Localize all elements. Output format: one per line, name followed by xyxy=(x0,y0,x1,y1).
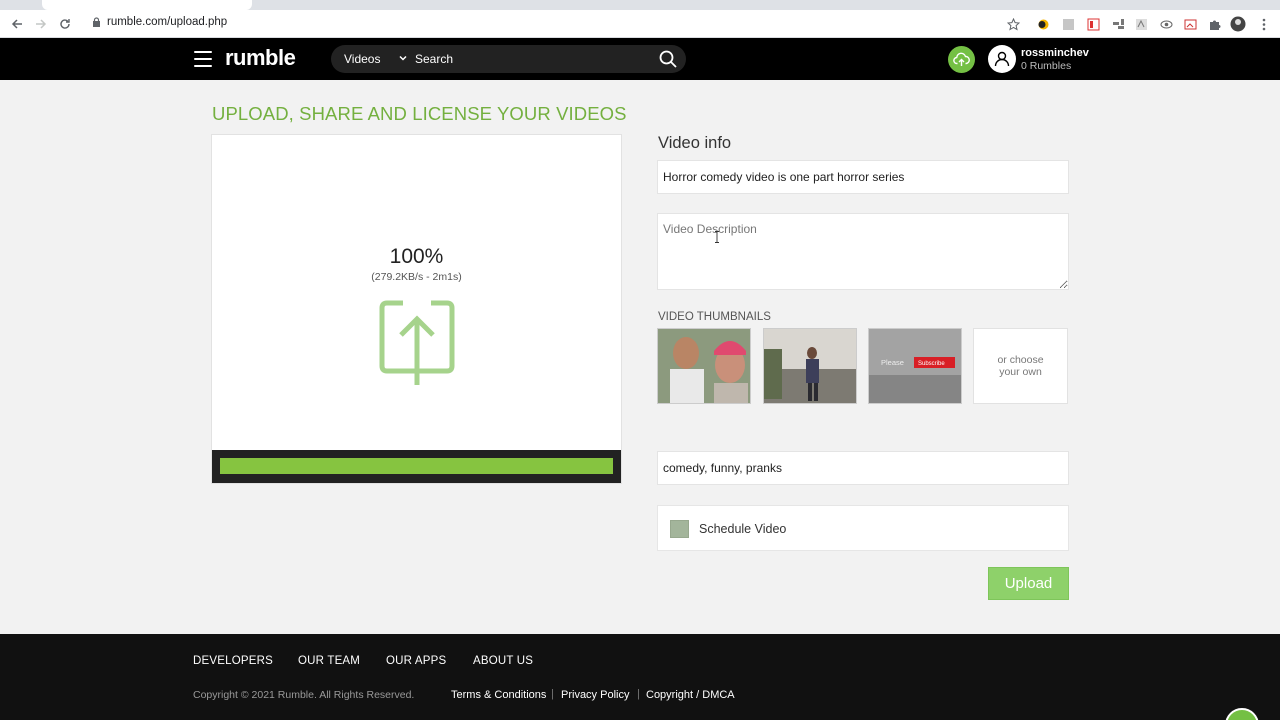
thumbnail-option-2[interactable] xyxy=(763,328,857,404)
address-bar[interactable]: rumble.com/upload.php xyxy=(92,16,227,28)
chevron-down-icon[interactable] xyxy=(397,52,409,64)
copyright-text: Copyright © 2021 Rumble. All Rights Rese… xyxy=(193,689,415,701)
extension-icon-5[interactable] xyxy=(1133,16,1149,32)
rumbles-count: 0 Rumbles xyxy=(1021,60,1072,72)
upload-button[interactable]: Upload xyxy=(988,567,1069,600)
browser-tabstrip xyxy=(0,0,1280,10)
schedule-video-checkbox[interactable] xyxy=(670,520,689,538)
upload-arrow-icon xyxy=(379,300,455,385)
profile-avatar-icon[interactable] xyxy=(1230,16,1246,32)
back-icon[interactable] xyxy=(8,15,26,33)
schedule-video-option: Schedule Video xyxy=(657,505,1069,551)
bookmark-star-icon[interactable] xyxy=(1005,16,1021,32)
thumbnail-subscribe-text: Subscribe xyxy=(918,361,945,367)
video-info-title: Video info xyxy=(658,134,732,152)
thumbnail-image-2 xyxy=(764,329,856,403)
footer-separator: | xyxy=(551,688,554,700)
rumble-logo[interactable]: rumble xyxy=(225,45,296,71)
thumbnail-option-1[interactable] xyxy=(657,328,751,404)
choose-own-thumbnail-button[interactable]: or choose your own xyxy=(973,328,1068,404)
thumbnail-image-3: Please Subscribe xyxy=(869,329,961,403)
site-header: rumble Videos xyxy=(0,38,1280,80)
cloud-upload-icon xyxy=(953,52,970,66)
reload-icon[interactable] xyxy=(56,15,74,33)
puzzle-icon[interactable] xyxy=(1206,16,1222,32)
search-category-select[interactable]: Videos xyxy=(344,52,380,66)
thumbnail-image-1 xyxy=(658,329,750,403)
video-thumbnails-label: VIDEO THUMBNAILS xyxy=(658,311,771,323)
upload-progress-bar xyxy=(212,450,621,483)
footer-link-our-apps[interactable]: OUR APPS xyxy=(386,655,446,667)
upload-video-button[interactable] xyxy=(948,46,975,73)
hamburger-menu-icon[interactable] xyxy=(194,51,212,67)
upload-progress-fill xyxy=(220,458,613,474)
extension-icon-2[interactable] xyxy=(1060,16,1076,32)
upload-percent: 100% xyxy=(389,245,444,268)
extension-icon-4[interactable] xyxy=(1110,16,1126,32)
browser-active-tab[interactable] xyxy=(42,0,252,10)
video-title-input[interactable] xyxy=(657,160,1069,194)
footer-link-our-team[interactable]: OUR TEAM xyxy=(298,655,360,667)
search-bar: Videos xyxy=(331,45,686,73)
thumbnail-option-3[interactable]: Please Subscribe xyxy=(868,328,962,404)
upload-progress-panel: 100% (279.2KB/s - 2m1s) xyxy=(211,134,622,484)
schedule-video-label[interactable]: Schedule Video xyxy=(699,522,786,536)
lock-icon xyxy=(93,17,100,27)
upload-speed: (279.2KB/s - 2m1s) xyxy=(371,271,462,283)
menu-dots-icon[interactable] xyxy=(1256,16,1272,32)
extension-icon-6[interactable] xyxy=(1182,16,1198,32)
footer-link-dmca[interactable]: Copyright / DMCA xyxy=(646,689,735,701)
footer-separator: | xyxy=(637,688,640,700)
text-cursor-icon xyxy=(715,231,719,243)
page-title: UPLOAD, SHARE AND LICENSE YOUR VIDEOS xyxy=(212,103,627,124)
username[interactable]: rossminchev xyxy=(1021,47,1089,59)
tags-input[interactable] xyxy=(657,451,1069,485)
url-text: rumble.com/upload.php xyxy=(107,16,228,28)
browser-toolbar: rumble.com/upload.php xyxy=(0,10,1280,38)
footer-link-terms[interactable]: Terms & Conditions xyxy=(451,689,546,701)
forward-icon[interactable] xyxy=(32,15,50,33)
footer-link-privacy[interactable]: Privacy Policy xyxy=(561,689,629,701)
video-description-input[interactable] xyxy=(657,213,1069,290)
footer-link-developers[interactable]: DEVELOPERS xyxy=(193,655,273,667)
search-input[interactable] xyxy=(415,49,645,69)
user-avatar[interactable] xyxy=(988,45,1016,73)
extension-icon-3[interactable] xyxy=(1085,16,1101,32)
thumbnail-please-text: Please xyxy=(881,358,904,367)
search-icon[interactable] xyxy=(658,49,678,69)
footer-link-about-us[interactable]: ABOUT US xyxy=(473,655,533,667)
user-icon xyxy=(994,51,1010,67)
extension-icon-1[interactable] xyxy=(1035,16,1051,32)
eye-icon[interactable] xyxy=(1158,16,1174,32)
site-footer: DEVELOPERS OUR TEAM OUR APPS ABOUT US Co… xyxy=(0,634,1280,720)
